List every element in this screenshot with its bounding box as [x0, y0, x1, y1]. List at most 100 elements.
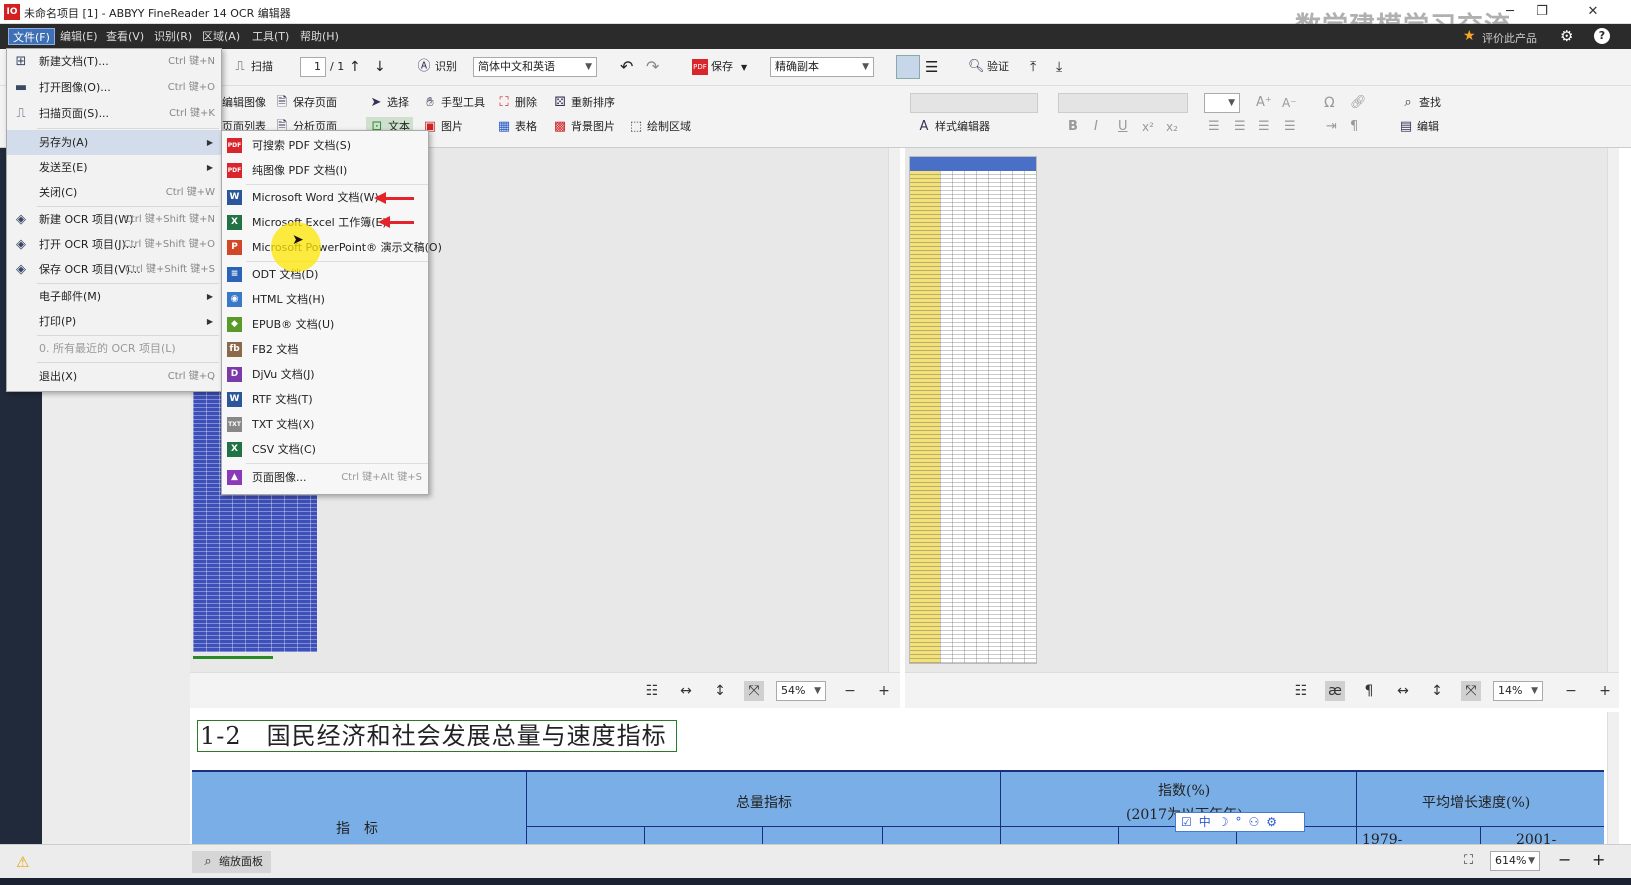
saveas-powerpoint[interactable]: P Microsoft PowerPoint® 演示文稿(O) — [222, 235, 442, 260]
zoom-out-icon[interactable]: − — [1558, 850, 1571, 869]
style-select[interactable] — [910, 93, 1038, 113]
save-page-button[interactable]: 🗎︎ 保存页面 — [274, 93, 337, 113]
align-center-icon[interactable]: ☰ — [1234, 117, 1246, 137]
save-mode-select[interactable]: 精确副本 ▼ — [770, 57, 874, 77]
menu-email[interactable]: 电子邮件(M) ▶ — [7, 284, 221, 309]
saveas-odt[interactable]: ≡ ODT 文档(D) — [222, 262, 428, 287]
reorder-tool[interactable]: ⚄ 重新排序 — [552, 93, 615, 113]
menu-tools[interactable]: 工具(T) — [248, 28, 293, 45]
grow-font-icon[interactable]: A⁺ — [1256, 93, 1272, 113]
saveas-csv[interactable]: X CSV 文档(C) — [222, 437, 428, 462]
fit-width-icon[interactable]: ↔ — [1393, 681, 1413, 701]
shrink-font-icon[interactable]: A⁻ — [1282, 93, 1297, 113]
edit-button[interactable]: ▤ 编辑 — [1398, 117, 1439, 137]
prev-page-icon[interactable]: ↑ — [349, 57, 361, 77]
menu-help[interactable]: 帮助(H) — [296, 28, 343, 45]
menu-print[interactable]: 打印(P) ▶ — [7, 309, 221, 334]
align-right-icon[interactable]: ☰ — [1258, 117, 1270, 137]
scan-button[interactable]: ⎍ 扫描 — [232, 57, 273, 77]
zoom-in-icon[interactable]: + — [1592, 850, 1605, 869]
list-view-icon[interactable]: ☷ — [1291, 681, 1311, 701]
image-zoom-select[interactable]: 54% ▼ — [776, 681, 826, 701]
italic-icon[interactable]: I — [1094, 117, 1098, 137]
menu-close[interactable]: 关闭(C) Ctrl 键+W — [7, 180, 221, 205]
draw-area-tool[interactable]: ⬚ 绘制区域 — [628, 117, 691, 137]
menu-save-as[interactable]: 另存为(A) ▶ — [7, 130, 221, 155]
gear-icon[interactable]: ⚙ — [1560, 27, 1573, 45]
menu-area[interactable]: 区域(A) — [198, 28, 244, 45]
page-number-input[interactable]: 1 — [300, 57, 326, 77]
subscript-icon[interactable]: x₂ — [1166, 117, 1178, 137]
fit-height-icon[interactable]: ↕ — [710, 681, 730, 701]
recognize-button[interactable]: Ⓐ 识别 — [416, 57, 457, 77]
text-scrollbar[interactable] — [1607, 148, 1619, 672]
redo-icon[interactable]: ↷ — [646, 57, 659, 77]
delete-tool[interactable]: ⛶ 删除 — [496, 93, 537, 113]
fit-page-icon[interactable]: ⤧ — [744, 681, 764, 701]
zoom-scrollbar[interactable] — [1607, 712, 1619, 844]
menu-scan-pages[interactable]: ⎍ 扫描页面(S)... Ctrl 键+K — [7, 101, 221, 126]
fit-height-icon[interactable]: ↕ — [1427, 681, 1447, 701]
floating-mini-toolbar[interactable]: ☑中☽°⚇⚙ — [1175, 812, 1305, 832]
fit-page-icon[interactable]: ⤧ — [1461, 681, 1481, 701]
restore-button[interactable]: ❐ — [1527, 2, 1557, 22]
justify-icon[interactable]: ☰ — [1284, 117, 1296, 137]
menu-open-ocr-project[interactable]: ◈ 打开 OCR 项目(J)... Ctrl 键+Shift 键+O — [7, 232, 221, 257]
font-size-select[interactable]: ▼ — [1204, 93, 1240, 113]
align-left-icon[interactable]: ☰ — [1208, 117, 1220, 137]
saveas-djvu[interactable]: D DjVu 文档(J) — [222, 362, 428, 387]
export-down-icon[interactable]: ⤓ — [1056, 57, 1062, 77]
close-button[interactable]: ✕ — [1578, 2, 1608, 22]
fit-width-icon[interactable]: ↔ — [676, 681, 696, 701]
menu-edit[interactable]: 编辑(E) — [56, 28, 102, 45]
table-area-tool[interactable]: ▦ 表格 — [496, 117, 537, 137]
save-button[interactable]: PDF 保存 ▼ — [692, 57, 747, 77]
list-view-icon[interactable]: ☷ — [642, 681, 662, 701]
saveas-epub[interactable]: ◆ EPUB® 文档(U) — [222, 312, 428, 337]
paragraph-icon[interactable]: ¶ — [1350, 117, 1358, 137]
feedback-link[interactable]: 评价此产品 — [1482, 30, 1537, 46]
saveas-rtf[interactable]: W RTF 文档(T) — [222, 387, 428, 412]
zoom-panel-button[interactable]: ⌕ 缩放面板 — [192, 851, 271, 873]
recognized-heading[interactable]: 1-2 国民经济和社会发展总量与速度指标 — [197, 720, 677, 752]
menu-new-document[interactable]: ⊞ 新建文档(T)... Ctrl 键+N — [7, 49, 221, 74]
style-editor-button[interactable]: A 样式编辑器 — [916, 117, 990, 137]
menu-recognize[interactable]: 识别(R) — [150, 28, 196, 45]
next-page-icon[interactable]: ↓ — [374, 57, 386, 77]
menu-save-ocr-project[interactable]: ◈ 保存 OCR 项目(V)... Ctrl 键+Shift 键+S — [7, 257, 221, 282]
hand-tool[interactable]: ✋︎ 手型工具 — [422, 93, 485, 113]
fit-area-icon[interactable]: ⛶ — [1464, 853, 1473, 868]
saveas-html[interactable]: ◉ HTML 文档(H) — [222, 287, 428, 312]
saveas-image-pdf[interactable]: PDF 纯图像 PDF 文档(I) — [222, 158, 428, 183]
saveas-page-image[interactable]: ▲ 页面图像... Ctrl 键+Alt 键+S — [222, 465, 428, 490]
menu-exit[interactable]: 退出(X) Ctrl 键+Q — [7, 364, 221, 389]
zoom-pane-select[interactable]: 614% ▼ — [1490, 851, 1540, 871]
symbol-icon[interactable]: Ω — [1324, 93, 1335, 113]
text-format-icon[interactable]: æ — [1325, 681, 1345, 701]
background-picture-tool[interactable]: ▩ 背景图片 — [552, 117, 615, 137]
font-select[interactable] — [1058, 93, 1188, 113]
menu-view[interactable]: 查看(V) — [102, 28, 148, 45]
find-button[interactable]: ⌕ 查找 — [1400, 93, 1441, 113]
image-scrollbar[interactable] — [888, 148, 900, 672]
help-icon[interactable]: ? — [1594, 28, 1610, 44]
zoom-in-icon[interactable]: + — [1595, 681, 1615, 701]
undo-icon[interactable]: ↶ — [620, 57, 633, 77]
zoom-out-icon[interactable]: − — [1561, 681, 1581, 701]
text-view-toggle-icon[interactable]: ☰ — [925, 57, 938, 77]
text-zoom-select[interactable]: 14% ▼ — [1493, 681, 1543, 701]
select-tool[interactable]: ➤ 选择 — [368, 93, 409, 113]
warning-icon[interactable]: ⚠ — [16, 853, 29, 871]
paragraph-marks-icon[interactable]: ¶ — [1359, 681, 1379, 701]
edit-image-button[interactable]: 编辑图像 — [222, 93, 266, 113]
saveas-searchable-pdf[interactable]: PDF 可搜索 PDF 文档(S) — [222, 133, 428, 158]
image-view-toggle-icon[interactable] — [896, 55, 920, 79]
menu-new-ocr-project[interactable]: ◈ 新建 OCR 项目(W) Ctrl 键+Shift 键+N — [7, 207, 221, 232]
menu-send-to[interactable]: 发送至(E) ▶ — [7, 155, 221, 180]
export-up-icon[interactable]: ⤒ — [1030, 57, 1036, 77]
menu-open-image[interactable]: ▬ 打开图像(O)... Ctrl 键+O — [7, 75, 221, 100]
menu-file[interactable]: 文件(F) — [8, 28, 55, 45]
saveas-fb2[interactable]: fb FB2 文档 — [222, 337, 428, 362]
underline-icon[interactable]: U — [1118, 117, 1128, 137]
link-icon[interactable]: 🔗︎ — [1350, 93, 1367, 113]
